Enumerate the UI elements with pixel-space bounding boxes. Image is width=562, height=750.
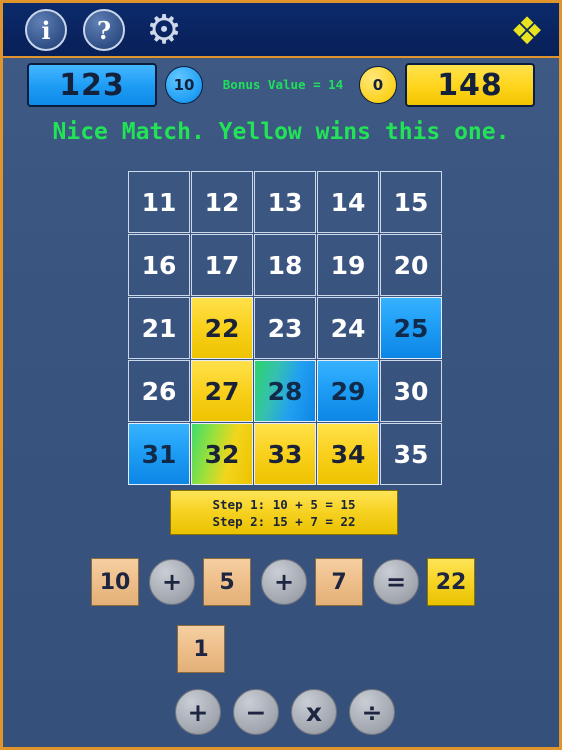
- equation-operator-2[interactable]: +: [261, 559, 307, 605]
- yellow-score-box: 148: [405, 63, 535, 107]
- grid-cell[interactable]: 16: [128, 234, 190, 296]
- steps-panel: Step 1: 10 + 5 = 15 Step 2: 15 + 7 = 22: [170, 490, 398, 535]
- status-message: Nice Match. Yellow wins this one.: [52, 119, 510, 145]
- equation-operator-1[interactable]: +: [149, 559, 195, 605]
- blue-pill-value: 10: [173, 76, 195, 94]
- equation-row: 10 + + 5 7 = 22: [91, 558, 477, 608]
- blue-score-value: 123: [59, 67, 125, 103]
- grid-cell[interactable]: 32: [191, 423, 253, 485]
- help-button[interactable]: ?: [83, 9, 125, 51]
- operator-divide-button[interactable]: ÷: [349, 689, 395, 735]
- step-line-1: Step 1: 10 + 5 = 15: [212, 496, 356, 512]
- grid-cell[interactable]: 22: [191, 297, 253, 359]
- operator-buttons: + − x ÷: [175, 689, 395, 735]
- gear-icon: ⚙: [146, 7, 182, 53]
- grid-cell[interactable]: 24: [317, 297, 379, 359]
- grid-cell[interactable]: 23: [254, 297, 316, 359]
- info-label: i: [41, 15, 51, 45]
- hand-row: 1: [177, 625, 225, 673]
- grid-cell[interactable]: 35: [380, 423, 442, 485]
- help-label: ?: [96, 15, 112, 45]
- number-grid: 11 12 13 14 15 16 17 18 19 20 21 22 23 2…: [128, 171, 442, 485]
- grid-cell[interactable]: 27: [191, 360, 253, 422]
- blue-score-box: 123: [27, 63, 157, 107]
- grid-cell[interactable]: 19: [317, 234, 379, 296]
- yellow-score-value: 148: [437, 67, 503, 103]
- yellow-pill-value: 0: [372, 76, 384, 94]
- equation-tile-3[interactable]: 7: [315, 558, 363, 606]
- equation-tile-1[interactable]: 10: [91, 558, 139, 606]
- score-row: 123 10 Bonus Value = 14 0 148: [3, 61, 559, 113]
- info-button[interactable]: i: [25, 9, 67, 51]
- grid-cell[interactable]: 25: [380, 297, 442, 359]
- hand-tile-1[interactable]: 1: [177, 625, 225, 673]
- grid-cell[interactable]: 17: [191, 234, 253, 296]
- grid-cell[interactable]: 18: [254, 234, 316, 296]
- question-mark-icon: ?: [83, 9, 125, 51]
- operator-multiply-button[interactable]: x: [291, 689, 337, 735]
- puzzle-piece-icon[interactable]: ❖: [505, 10, 549, 52]
- grid-cell[interactable]: 14: [317, 171, 379, 233]
- grid-cell[interactable]: 21: [128, 297, 190, 359]
- equation-equals[interactable]: =: [373, 559, 419, 605]
- settings-button[interactable]: ⚙: [143, 9, 185, 51]
- grid-cell[interactable]: 15: [380, 171, 442, 233]
- blue-bonus-pill: 10: [165, 66, 203, 104]
- grid-cell[interactable]: 34: [317, 423, 379, 485]
- yellow-bonus-pill: 0: [359, 66, 397, 104]
- equation-result-tile[interactable]: 22: [427, 558, 475, 606]
- grid-cell[interactable]: 28: [254, 360, 316, 422]
- game-screen: i ? ⚙ ❖ 123 10 Bonus Value = 14 0 148 Ni…: [0, 0, 562, 750]
- grid-cell[interactable]: 29: [317, 360, 379, 422]
- grid-cell[interactable]: 13: [254, 171, 316, 233]
- equation-tile-2[interactable]: 5: [203, 558, 251, 606]
- grid-cell[interactable]: 12: [191, 171, 253, 233]
- grid-cell[interactable]: 33: [254, 423, 316, 485]
- info-icon: i: [25, 9, 67, 51]
- grid-cell[interactable]: 26: [128, 360, 190, 422]
- grid-cell[interactable]: 11: [128, 171, 190, 233]
- grid-cell[interactable]: 30: [380, 360, 442, 422]
- step-line-2: Step 2: 15 + 7 = 22: [212, 513, 356, 529]
- grid-cell[interactable]: 20: [380, 234, 442, 296]
- bonus-value-label: Bonus Value = 14: [222, 77, 344, 92]
- operator-minus-button[interactable]: −: [233, 689, 279, 735]
- top-toolbar: i ? ⚙ ❖: [3, 3, 559, 58]
- operator-plus-button[interactable]: +: [175, 689, 221, 735]
- grid-cell[interactable]: 31: [128, 423, 190, 485]
